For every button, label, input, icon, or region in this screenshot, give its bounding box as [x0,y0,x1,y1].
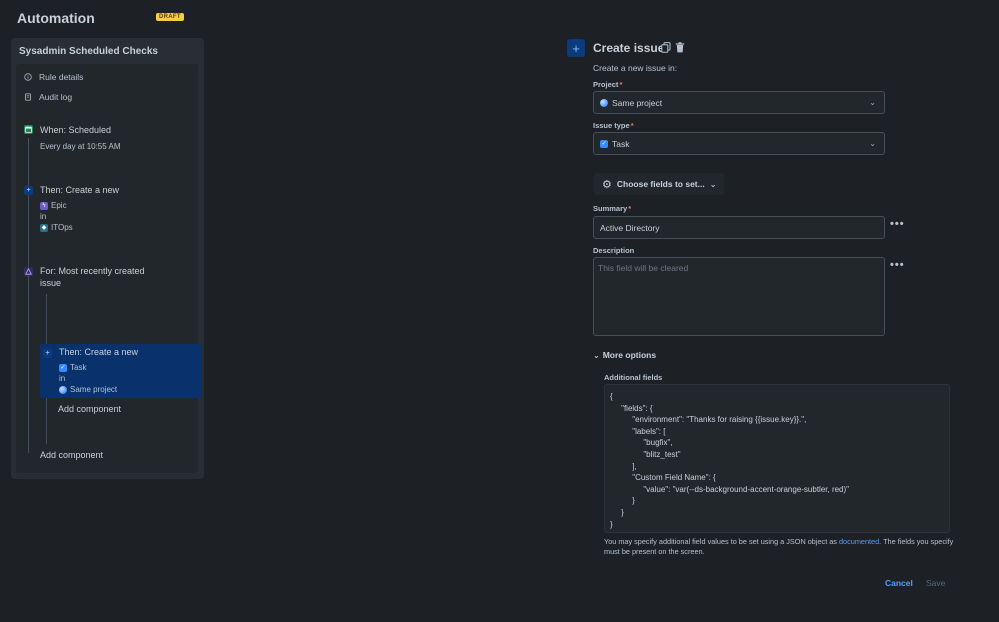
action2-title: Then: Create a new [59,347,139,357]
issue-type-label: Issue type* [593,121,634,130]
trigger-schedule: Every day at 10:55 AM [40,142,121,151]
action1-project: ◆ ITOps [40,223,73,232]
create-issue-icon: + [567,39,585,57]
trigger-title: When: Scheduled [40,125,112,135]
trash-icon[interactable] [675,42,685,55]
task-checkbox-icon: ✓ [59,363,67,372]
summary-label: Summary* [593,204,632,213]
form-title: Create issue [593,41,665,55]
branch-title-line2: issue [40,278,62,288]
action2-in: in [59,374,66,383]
choose-fields-button[interactable]: ⚙ Choose fields to set... ⌄ [594,173,725,195]
branch-icon [24,267,33,276]
additional-fields-label: Additional fields [604,373,663,382]
copy-icon[interactable] [661,42,671,55]
save-button[interactable]: Save [926,578,945,588]
rule-details-link[interactable]: Rule details [24,72,83,82]
document-icon [24,93,32,101]
gear-icon: ⚙ [602,178,612,191]
description-label: Description [593,246,635,255]
page-title: Automation [17,10,95,26]
action1-type: ϟ Epic [40,201,67,210]
draft-badge: DRAFT [156,13,184,21]
add-component-inner[interactable]: Add component [58,403,121,415]
action-step-create-task[interactable]: + Then: Create a new ✓ Task in Same proj… [40,344,201,398]
issue-type-select[interactable]: ✓ Task ⌄ [593,132,885,155]
chevron-down-icon: ⌄ [869,139,876,148]
audit-log-link[interactable]: Audit log [24,92,72,102]
epic-icon: ϟ [40,201,48,210]
form-subtitle: Create a new issue in: [593,63,678,73]
project-label: Project* [593,80,623,89]
description-more-icon[interactable]: ••• [890,259,905,271]
description-textarea[interactable]: This field will be cleared [593,257,885,336]
task-checkbox-icon: ✓ [600,139,608,148]
action1-title: Then: Create a new [40,185,120,195]
plus-icon: + [24,186,33,195]
summary-more-icon[interactable]: ••• [890,218,905,230]
info-icon [24,73,32,81]
audit-log-label: Audit log [39,92,73,102]
cancel-button[interactable]: Cancel [885,578,913,588]
json-text: { "fields": { "environment": "Thanks for… [610,392,850,529]
rule-name: Sysadmin Scheduled Checks [19,46,158,57]
globe-icon [600,98,608,107]
more-options-toggle[interactable]: ⌄ More options [593,350,656,360]
chevron-down-icon: ⌄ [869,98,876,107]
branch-title-line1: For: Most recently created [40,266,145,276]
documented-link[interactable]: documented [839,537,879,546]
globe-icon [59,385,67,394]
rule-components: Rule details Audit log When: Scheduled E… [16,64,201,473]
action1-in: in [40,212,47,221]
additional-fields-json-editor[interactable]: { "fields": { "environment": "Thanks for… [604,384,950,533]
calendar-icon [24,125,33,134]
project-select[interactable]: Same project ⌄ [593,91,885,114]
project-avatar-icon: ◆ [40,223,48,232]
rule-panel: Sysadmin Scheduled Checks Rule details A… [11,38,204,479]
action2-type: ✓ Task [59,363,87,372]
add-component-outer[interactable]: Add component [40,449,103,461]
plus-icon: + [43,349,52,358]
chevron-down-icon: ⌄ [593,350,600,360]
chevron-down-icon: ⌄ [709,179,717,189]
rule-details-label: Rule details [39,72,84,82]
help-text: You may specify additional field values … [604,537,954,556]
action2-project: Same project [59,385,117,394]
summary-input[interactable]: Active Directory [593,216,885,239]
